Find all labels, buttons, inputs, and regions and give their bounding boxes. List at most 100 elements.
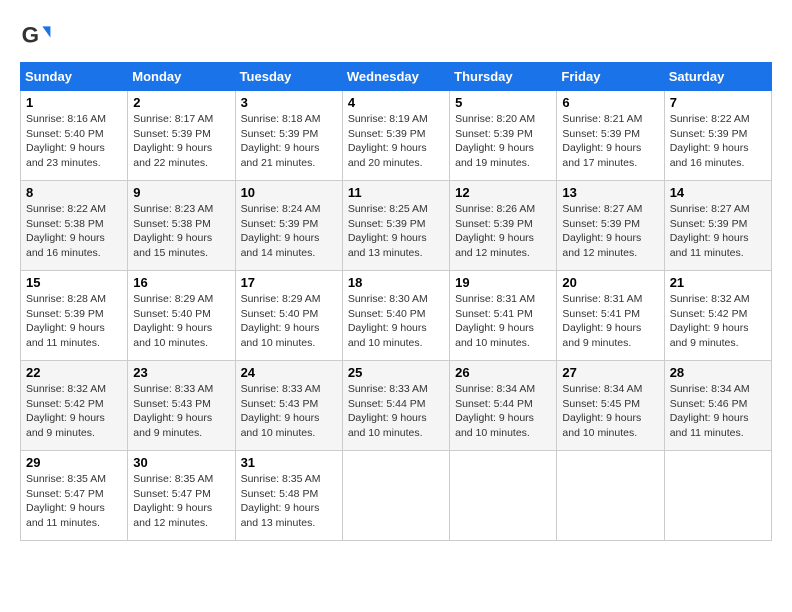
header: G (20, 20, 772, 52)
day-number: 19 (455, 275, 551, 290)
calendar-week-row: 22 Sunrise: 8:32 AMSunset: 5:42 PMDaylig… (21, 361, 772, 451)
day-number: 16 (133, 275, 229, 290)
day-number: 24 (241, 365, 337, 380)
calendar-week-row: 15 Sunrise: 8:28 AMSunset: 5:39 PMDaylig… (21, 271, 772, 361)
calendar-cell: 5 Sunrise: 8:20 AMSunset: 5:39 PMDayligh… (450, 91, 557, 181)
cell-info: Sunrise: 8:21 AMSunset: 5:39 PMDaylight:… (562, 113, 642, 169)
calendar-cell: 11 Sunrise: 8:25 AMSunset: 5:39 PMDaylig… (342, 181, 449, 271)
calendar-cell: 18 Sunrise: 8:30 AMSunset: 5:40 PMDaylig… (342, 271, 449, 361)
weekday-header-sunday: Sunday (21, 63, 128, 91)
cell-info: Sunrise: 8:24 AMSunset: 5:39 PMDaylight:… (241, 203, 321, 259)
cell-info: Sunrise: 8:33 AMSunset: 5:44 PMDaylight:… (348, 383, 428, 439)
calendar-cell: 28 Sunrise: 8:34 AMSunset: 5:46 PMDaylig… (664, 361, 771, 451)
cell-info: Sunrise: 8:25 AMSunset: 5:39 PMDaylight:… (348, 203, 428, 259)
calendar-cell: 23 Sunrise: 8:33 AMSunset: 5:43 PMDaylig… (128, 361, 235, 451)
day-number: 6 (562, 95, 658, 110)
calendar-cell (450, 451, 557, 541)
cell-info: Sunrise: 8:35 AMSunset: 5:47 PMDaylight:… (26, 473, 106, 529)
calendar-cell: 17 Sunrise: 8:29 AMSunset: 5:40 PMDaylig… (235, 271, 342, 361)
weekday-header-monday: Monday (128, 63, 235, 91)
day-number: 14 (670, 185, 766, 200)
cell-info: Sunrise: 8:31 AMSunset: 5:41 PMDaylight:… (562, 293, 642, 349)
cell-info: Sunrise: 8:27 AMSunset: 5:39 PMDaylight:… (670, 203, 750, 259)
calendar-week-row: 29 Sunrise: 8:35 AMSunset: 5:47 PMDaylig… (21, 451, 772, 541)
weekday-header-wednesday: Wednesday (342, 63, 449, 91)
weekday-header-friday: Friday (557, 63, 664, 91)
calendar-week-row: 1 Sunrise: 8:16 AMSunset: 5:40 PMDayligh… (21, 91, 772, 181)
day-number: 23 (133, 365, 229, 380)
day-number: 18 (348, 275, 444, 290)
calendar-table: SundayMondayTuesdayWednesdayThursdayFrid… (20, 62, 772, 541)
day-number: 29 (26, 455, 122, 470)
calendar-cell: 10 Sunrise: 8:24 AMSunset: 5:39 PMDaylig… (235, 181, 342, 271)
calendar-cell: 24 Sunrise: 8:33 AMSunset: 5:43 PMDaylig… (235, 361, 342, 451)
day-number: 21 (670, 275, 766, 290)
calendar-header-row: SundayMondayTuesdayWednesdayThursdayFrid… (21, 63, 772, 91)
calendar-cell (557, 451, 664, 541)
calendar-cell: 29 Sunrise: 8:35 AMSunset: 5:47 PMDaylig… (21, 451, 128, 541)
cell-info: Sunrise: 8:35 AMSunset: 5:47 PMDaylight:… (133, 473, 213, 529)
day-number: 7 (670, 95, 766, 110)
day-number: 30 (133, 455, 229, 470)
cell-info: Sunrise: 8:22 AMSunset: 5:38 PMDaylight:… (26, 203, 106, 259)
calendar-cell: 12 Sunrise: 8:26 AMSunset: 5:39 PMDaylig… (450, 181, 557, 271)
weekday-header-tuesday: Tuesday (235, 63, 342, 91)
calendar-cell: 8 Sunrise: 8:22 AMSunset: 5:38 PMDayligh… (21, 181, 128, 271)
day-number: 10 (241, 185, 337, 200)
calendar-cell: 15 Sunrise: 8:28 AMSunset: 5:39 PMDaylig… (21, 271, 128, 361)
calendar-cell: 27 Sunrise: 8:34 AMSunset: 5:45 PMDaylig… (557, 361, 664, 451)
calendar-cell: 21 Sunrise: 8:32 AMSunset: 5:42 PMDaylig… (664, 271, 771, 361)
cell-info: Sunrise: 8:33 AMSunset: 5:43 PMDaylight:… (133, 383, 213, 439)
day-number: 9 (133, 185, 229, 200)
day-number: 17 (241, 275, 337, 290)
logo: G (20, 20, 56, 52)
calendar-cell: 13 Sunrise: 8:27 AMSunset: 5:39 PMDaylig… (557, 181, 664, 271)
cell-info: Sunrise: 8:16 AMSunset: 5:40 PMDaylight:… (26, 113, 106, 169)
cell-info: Sunrise: 8:26 AMSunset: 5:39 PMDaylight:… (455, 203, 535, 259)
day-number: 26 (455, 365, 551, 380)
day-number: 31 (241, 455, 337, 470)
cell-info: Sunrise: 8:27 AMSunset: 5:39 PMDaylight:… (562, 203, 642, 259)
svg-text:G: G (22, 22, 39, 47)
cell-info: Sunrise: 8:29 AMSunset: 5:40 PMDaylight:… (133, 293, 213, 349)
day-number: 28 (670, 365, 766, 380)
day-number: 2 (133, 95, 229, 110)
weekday-header-thursday: Thursday (450, 63, 557, 91)
cell-info: Sunrise: 8:29 AMSunset: 5:40 PMDaylight:… (241, 293, 321, 349)
calendar-cell: 1 Sunrise: 8:16 AMSunset: 5:40 PMDayligh… (21, 91, 128, 181)
cell-info: Sunrise: 8:19 AMSunset: 5:39 PMDaylight:… (348, 113, 428, 169)
cell-info: Sunrise: 8:17 AMSunset: 5:39 PMDaylight:… (133, 113, 213, 169)
calendar-cell: 30 Sunrise: 8:35 AMSunset: 5:47 PMDaylig… (128, 451, 235, 541)
calendar-cell: 4 Sunrise: 8:19 AMSunset: 5:39 PMDayligh… (342, 91, 449, 181)
calendar-cell: 3 Sunrise: 8:18 AMSunset: 5:39 PMDayligh… (235, 91, 342, 181)
calendar-cell: 14 Sunrise: 8:27 AMSunset: 5:39 PMDaylig… (664, 181, 771, 271)
cell-info: Sunrise: 8:32 AMSunset: 5:42 PMDaylight:… (670, 293, 750, 349)
calendar-cell (342, 451, 449, 541)
calendar-cell: 19 Sunrise: 8:31 AMSunset: 5:41 PMDaylig… (450, 271, 557, 361)
day-number: 15 (26, 275, 122, 290)
calendar-week-row: 8 Sunrise: 8:22 AMSunset: 5:38 PMDayligh… (21, 181, 772, 271)
cell-info: Sunrise: 8:31 AMSunset: 5:41 PMDaylight:… (455, 293, 535, 349)
day-number: 5 (455, 95, 551, 110)
calendar-cell: 25 Sunrise: 8:33 AMSunset: 5:44 PMDaylig… (342, 361, 449, 451)
cell-info: Sunrise: 8:34 AMSunset: 5:45 PMDaylight:… (562, 383, 642, 439)
day-number: 1 (26, 95, 122, 110)
cell-info: Sunrise: 8:33 AMSunset: 5:43 PMDaylight:… (241, 383, 321, 439)
day-number: 11 (348, 185, 444, 200)
cell-info: Sunrise: 8:20 AMSunset: 5:39 PMDaylight:… (455, 113, 535, 169)
day-number: 25 (348, 365, 444, 380)
cell-info: Sunrise: 8:18 AMSunset: 5:39 PMDaylight:… (241, 113, 321, 169)
cell-info: Sunrise: 8:22 AMSunset: 5:39 PMDaylight:… (670, 113, 750, 169)
calendar-cell: 2 Sunrise: 8:17 AMSunset: 5:39 PMDayligh… (128, 91, 235, 181)
day-number: 4 (348, 95, 444, 110)
calendar-cell: 31 Sunrise: 8:35 AMSunset: 5:48 PMDaylig… (235, 451, 342, 541)
calendar-cell: 9 Sunrise: 8:23 AMSunset: 5:38 PMDayligh… (128, 181, 235, 271)
logo-icon: G (20, 20, 52, 52)
calendar-cell: 16 Sunrise: 8:29 AMSunset: 5:40 PMDaylig… (128, 271, 235, 361)
cell-info: Sunrise: 8:32 AMSunset: 5:42 PMDaylight:… (26, 383, 106, 439)
day-number: 8 (26, 185, 122, 200)
day-number: 27 (562, 365, 658, 380)
cell-info: Sunrise: 8:23 AMSunset: 5:38 PMDaylight:… (133, 203, 213, 259)
cell-info: Sunrise: 8:35 AMSunset: 5:48 PMDaylight:… (241, 473, 321, 529)
day-number: 13 (562, 185, 658, 200)
